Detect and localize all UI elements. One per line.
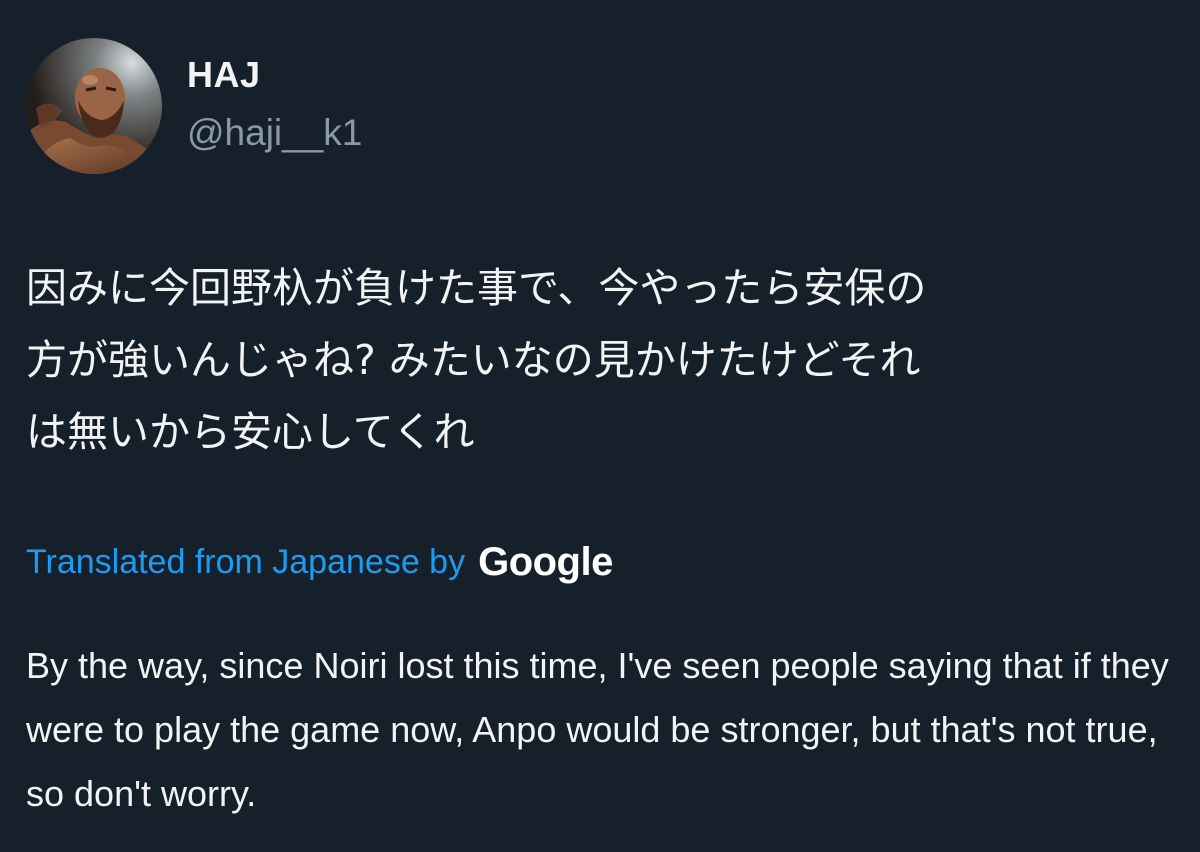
profile-photo-icon xyxy=(26,38,162,174)
avatar[interactable] xyxy=(26,38,162,174)
username-handle[interactable]: @haji__k1 xyxy=(187,112,362,154)
tweet-card: HAJ @haji__k1 因みに今回野杁が負けた事で、今やったら安保の 方が強… xyxy=(0,0,1200,852)
translated-from-link[interactable]: Translated from Japanese by xyxy=(26,543,465,582)
translated-text: By the way, since Noiri lost this time, … xyxy=(26,645,1169,814)
google-logo: Google xyxy=(478,539,613,584)
display-name[interactable]: HAJ xyxy=(187,54,261,96)
tweet-text: 因みに今回野杁が負けた事で、今やったら安保の 方が強いんじゃね? みたいなの見か… xyxy=(26,264,927,456)
translation-attribution: Translated from Japanese by Google xyxy=(26,538,613,586)
